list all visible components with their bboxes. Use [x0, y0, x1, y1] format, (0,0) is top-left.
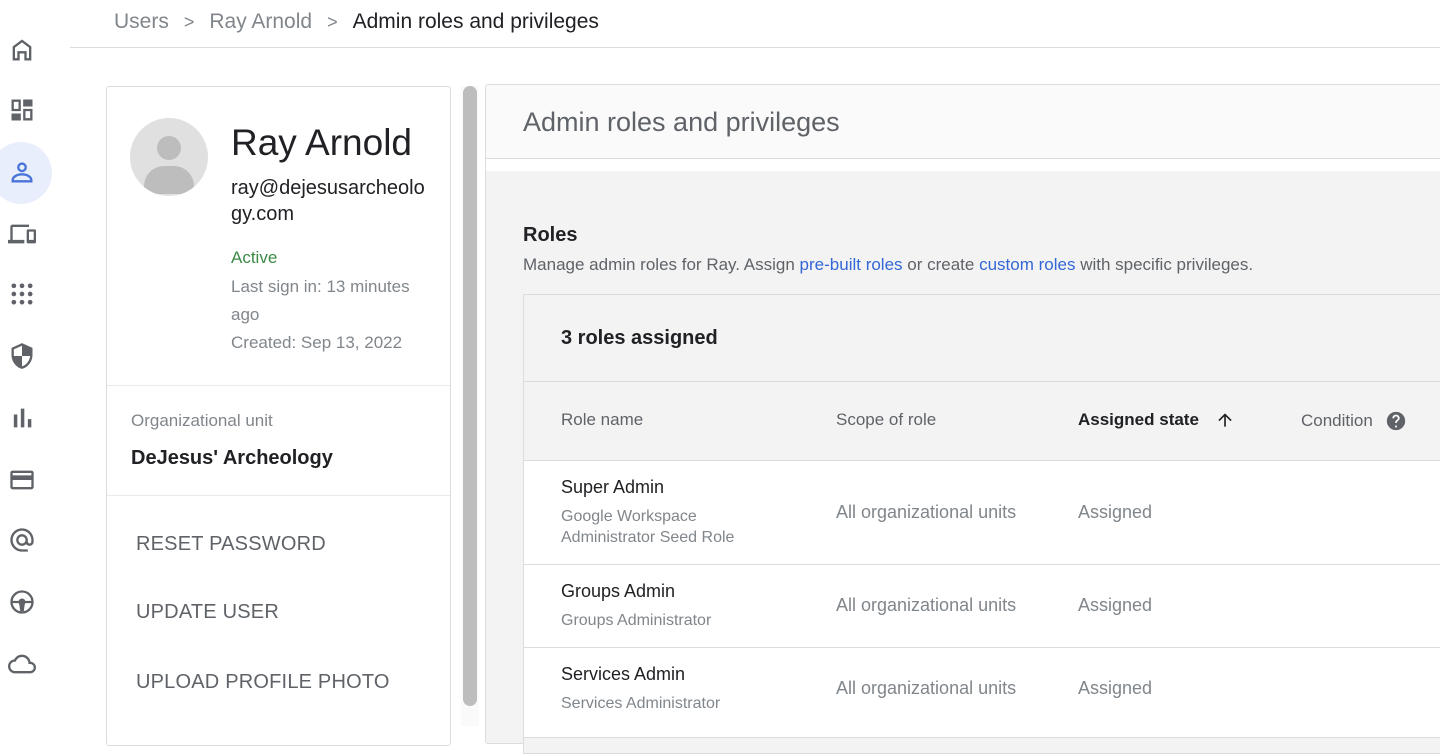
reset-password-button[interactable]: RESET PASSWORD: [136, 533, 326, 556]
column-header-label: Condition: [1301, 411, 1373, 430]
top-bar: Users > Ray Arnold > Admin roles and pri…: [70, 0, 1440, 48]
admin-roles-card: Admin roles and privileges Roles Manage …: [485, 84, 1440, 754]
role-name[interactable]: Super Admin: [561, 477, 664, 498]
org-unit-value: DeJesus' Archeology: [131, 447, 333, 469]
role-scope: All organizational units: [836, 502, 1017, 522]
account-at-icon: [10, 528, 34, 552]
scrollbar-thumb[interactable]: [463, 86, 477, 706]
role-name[interactable]: Services Admin: [561, 664, 685, 685]
role-description: Services Administrator: [561, 695, 721, 712]
nav-users[interactable]: [0, 142, 52, 204]
roles-section-title: Roles: [523, 224, 578, 246]
created-date: Created: Sep 13, 2022: [231, 333, 403, 352]
nav-apps[interactable]: [0, 272, 44, 316]
update-user-button[interactable]: UPDATE USER: [136, 601, 279, 624]
role-state: Assigned: [1078, 678, 1153, 698]
last-sign-in: Last sign in: 13 minutes ago: [231, 277, 410, 324]
nav-billing[interactable]: [0, 458, 44, 502]
column-header-role-name[interactable]: Role name: [561, 410, 643, 430]
status-badge: Active: [231, 248, 278, 267]
divider: [107, 495, 450, 496]
role-state: Assigned: [1078, 595, 1153, 615]
pre-built-roles-link[interactable]: pre-built roles: [800, 255, 903, 274]
dashboard-icon: [11, 99, 33, 121]
help-icon[interactable]: [1385, 410, 1407, 432]
roles-desc-text: or create: [902, 255, 980, 274]
billing-card-icon: [10, 470, 34, 490]
person-icon: [11, 162, 33, 183]
roles-table: 3 roles assigned Role name Scope of role…: [523, 294, 1440, 754]
user-email: ray@dejesusarcheology.com: [231, 177, 425, 225]
chevron-right-icon: >: [327, 12, 338, 32]
nav-devices[interactable]: [0, 212, 44, 256]
nav-reports[interactable]: [0, 396, 44, 440]
user-meta: Last sign in: 13 minutes ago Created: Se…: [231, 273, 436, 357]
column-header-scope[interactable]: Scope of role: [836, 410, 936, 430]
breadcrumb-user[interactable]: Ray Arnold: [209, 8, 312, 36]
nav-account[interactable]: [0, 518, 44, 562]
roles-description: Manage admin roles for Ray. Assign pre-b…: [523, 255, 1253, 275]
column-header-condition[interactable]: Condition: [1301, 410, 1407, 432]
page-title: Admin roles and privileges: [523, 107, 840, 137]
role-description: Groups Administrator: [561, 612, 712, 629]
upload-profile-photo-button[interactable]: UPLOAD PROFILE PHOTO: [136, 671, 390, 694]
cloud-icon: [8, 654, 36, 674]
breadcrumb-current: Admin roles and privileges: [352, 10, 599, 33]
nav-home[interactable]: [0, 28, 44, 72]
arrow-up-icon[interactable]: [1215, 410, 1235, 430]
card-header: Admin roles and privileges: [486, 85, 1440, 159]
roles-desc-text: with specific privileges.: [1075, 255, 1254, 274]
header-gap: [486, 159, 1440, 171]
table-header: Role name Scope of role Assigned state C…: [524, 381, 1440, 461]
avatar-head: [157, 136, 181, 160]
nav-rail: [0, 0, 52, 724]
org-unit-label: Organizational unit: [131, 411, 273, 430]
table-row[interactable]: Services Admin Services Administrator Al…: [524, 648, 1440, 738]
home-icon: [12, 39, 32, 61]
nav-cloud[interactable]: [0, 642, 44, 686]
column-header-assigned-state[interactable]: Assigned state: [1078, 410, 1235, 430]
divider: [107, 385, 450, 386]
role-state: Assigned: [1078, 502, 1153, 522]
chevron-right-icon: >: [183, 12, 195, 32]
apps-grid-icon: [11, 283, 33, 305]
role-scope: All organizational units: [836, 595, 1017, 615]
avatar: [130, 118, 208, 196]
nav-dashboard[interactable]: [0, 88, 44, 132]
breadcrumb: Users > Ray Arnold > Admin roles and pri…: [114, 8, 599, 36]
role-description: Google Workspace Administrator Seed Role: [561, 508, 735, 546]
role-scope: All organizational units: [836, 678, 1017, 698]
roles-count: 3 roles assigned: [561, 327, 718, 349]
user-summary-card: Ray Arnold ray@dejesusarcheology.com Act…: [106, 86, 451, 746]
devices-icon: [8, 224, 36, 244]
role-name[interactable]: Groups Admin: [561, 581, 675, 602]
custom-roles-link[interactable]: custom roles: [979, 255, 1075, 274]
avatar-body: [144, 166, 194, 194]
breadcrumb-users[interactable]: Users: [114, 8, 169, 36]
column-header-label: Assigned state: [1078, 410, 1199, 429]
nav-rules[interactable]: [0, 580, 44, 624]
user-name: Ray Arnold: [231, 122, 412, 163]
table-row[interactable]: Groups Admin Groups Administrator All or…: [524, 565, 1440, 648]
table-row[interactable]: Super Admin Google Workspace Administrat…: [524, 461, 1440, 565]
security-shield-icon: [11, 343, 33, 369]
rules-steering-icon: [10, 590, 34, 614]
reports-bar-chart-icon: [13, 408, 32, 428]
nav-security[interactable]: [0, 334, 44, 378]
roles-desc-text: Manage admin roles for Ray. Assign: [523, 255, 800, 274]
